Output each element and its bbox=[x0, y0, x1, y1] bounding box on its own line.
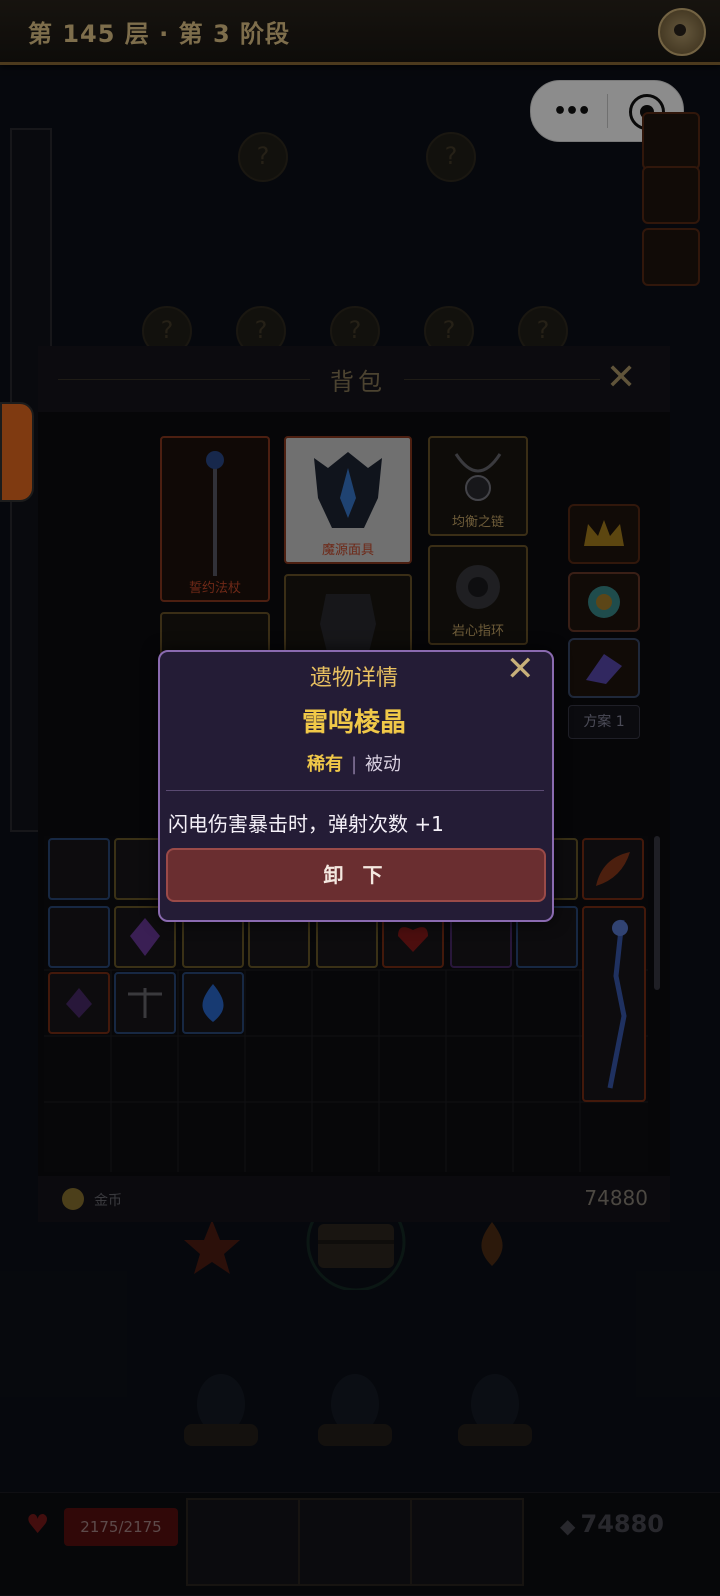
relic-description: 闪电伤害暴击时，弹射次数 +1 bbox=[168, 812, 444, 836]
popup-divider bbox=[166, 790, 544, 791]
rarity-tag: 稀有 bbox=[306, 754, 343, 775]
type-tag: 被动 bbox=[365, 754, 402, 775]
popup-close-icon[interactable]: ✕ bbox=[506, 652, 535, 686]
relic-tags: 稀有 | 被动 bbox=[158, 750, 550, 776]
tag-separator: | bbox=[350, 754, 358, 775]
relic-name: 雷鸣棱晶 bbox=[301, 708, 406, 738]
popup-title: 遗物详情 bbox=[309, 666, 398, 691]
unequip-button[interactable]: 卸 下 bbox=[166, 848, 546, 902]
